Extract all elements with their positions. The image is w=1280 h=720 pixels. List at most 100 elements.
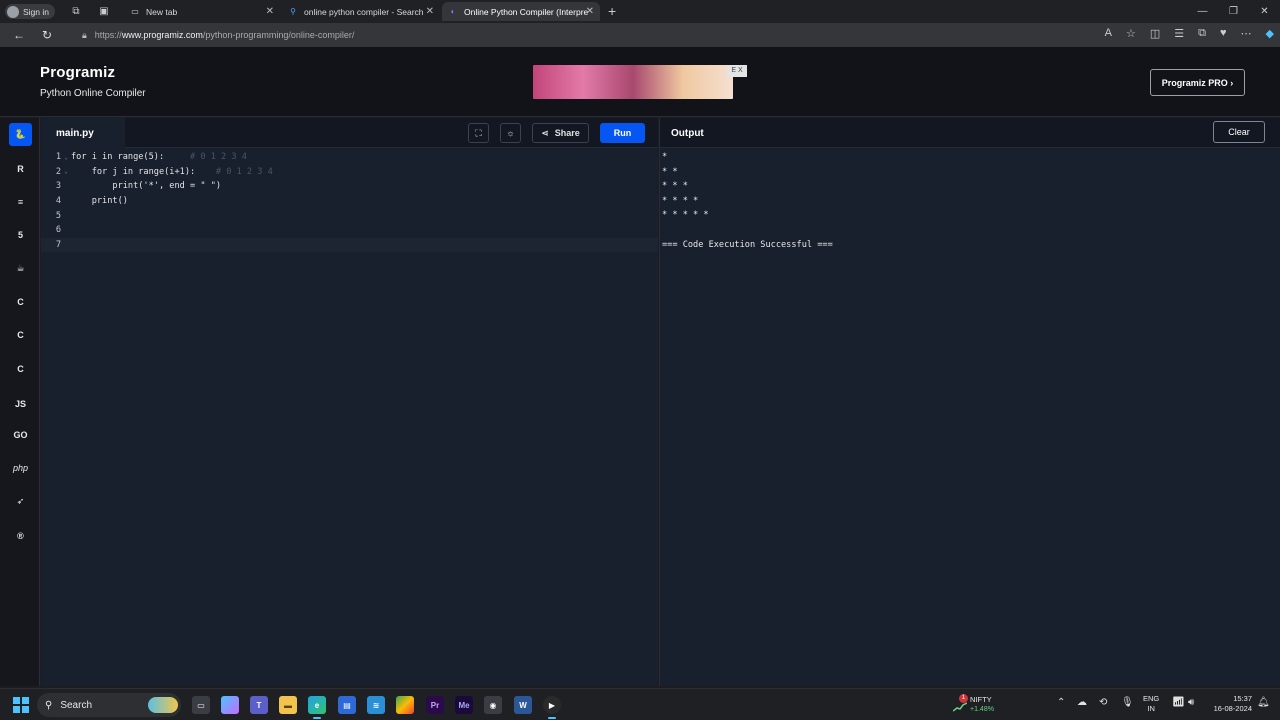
lang-js-icon[interactable]: JS: [9, 392, 32, 415]
lang-python-icon[interactable]: 🐍: [9, 123, 32, 146]
output-line: *: [662, 152, 668, 162]
lang-swift-icon[interactable]: ➶: [9, 490, 32, 513]
advertisement-banner[interactable]: [533, 65, 733, 99]
volume-icon[interactable]: 🔊︎: [1188, 697, 1194, 708]
favorites-icon[interactable]: ☰: [1174, 27, 1184, 40]
search-label: Search: [60, 699, 93, 711]
favorite-star-icon[interactable]: ☆: [1126, 27, 1136, 40]
minimize-icon[interactable]: —: [1187, 0, 1218, 23]
code-line: 6: [41, 223, 658, 238]
chrome-icon[interactable]: [396, 696, 414, 714]
extensions-icon[interactable]: ♥: [1220, 27, 1227, 40]
sign-in-button[interactable]: Sign in: [5, 4, 55, 19]
lock-icon[interactable]: 🔒︎: [82, 30, 87, 41]
close-icon[interactable]: ✕: [586, 6, 594, 17]
tab-actions-icon[interactable]: ▣: [97, 5, 111, 19]
collections-icon[interactable]: ⧉: [1198, 27, 1206, 40]
lang-sql-icon[interactable]: ≡: [9, 190, 32, 213]
output-console[interactable]: * * * * * * * * * * * * * * * === Code E…: [662, 150, 833, 252]
tab-programiz[interactable]: ◐ Online Python Compiler (Interpre ✕: [442, 2, 600, 21]
nifty-change: +1.48%: [970, 706, 994, 713]
taskbar-search[interactable]: ⚲ Search: [37, 693, 181, 717]
url-path: /python-programming/online-compiler/: [202, 30, 355, 40]
lang-r-icon[interactable]: R: [9, 157, 32, 180]
address-bar-row: ← ↻ 🔒︎ https://www.programiz.com/python-…: [0, 23, 1280, 47]
show-hidden-icons-icon[interactable]: ⌃: [1057, 697, 1065, 708]
time-label: 15:37: [1233, 694, 1252, 703]
media-encoder-icon[interactable]: Me: [455, 696, 473, 714]
fold-icon[interactable]: ⌄: [61, 168, 71, 175]
cloud-offline-icon[interactable]: ☁: [1077, 697, 1087, 708]
tab-search[interactable]: ⚲ online python compiler - Search ✕: [282, 2, 440, 21]
run-button[interactable]: Run: [600, 123, 645, 143]
lang-rust-icon[interactable]: ®: [9, 524, 32, 547]
nifty-label: NIFTY: [970, 695, 992, 704]
copilot-icon[interactable]: ◆: [1266, 27, 1274, 40]
store-icon[interactable]: ▤: [338, 696, 356, 714]
notifications-icon[interactable]: 🔔︎: [1257, 697, 1270, 708]
nifty-widget[interactable]: 1 NIFTY +1.48%: [950, 693, 1010, 717]
word-icon[interactable]: W: [514, 696, 532, 714]
code-editor-app-icon[interactable]: ≋: [367, 696, 385, 714]
fold-icon[interactable]: ⌄: [61, 154, 71, 161]
close-icon[interactable]: ✕: [426, 6, 434, 17]
workspaces-icon[interactable]: ⧉: [69, 5, 83, 19]
refresh-icon[interactable]: ↻: [38, 28, 56, 42]
file-tab-main-py[interactable]: main.py: [41, 118, 125, 148]
programiz-pro-button[interactable]: Programiz PRO ›: [1150, 69, 1245, 96]
line-number: 7: [55, 239, 61, 250]
close-icon[interactable]: ✕: [266, 6, 274, 17]
lang-go-icon[interactable]: GO: [9, 423, 32, 446]
lang-csharp-icon[interactable]: C: [9, 357, 32, 380]
share-icon: ⋖: [541, 127, 549, 138]
close-window-icon[interactable]: ✕: [1249, 0, 1280, 23]
code-area[interactable]: 1 ⌄ for i in range(5): # 0 1 2 3 4 2 ⌄ f…: [41, 150, 658, 253]
teams-icon[interactable]: T: [250, 696, 268, 714]
lang-html-icon[interactable]: 5: [9, 223, 32, 246]
code-text: print(): [71, 196, 128, 207]
code-line: 4 print(): [41, 194, 658, 209]
wifi-icon[interactable]: 📶︎: [1172, 697, 1185, 708]
task-view-icon[interactable]: ▭: [192, 696, 210, 714]
sun-icon: ☼: [506, 128, 515, 138]
premiere-pro-icon[interactable]: Pr: [426, 696, 444, 714]
tab-new-tab[interactable]: ▭ New tab ✕: [124, 2, 280, 21]
lang-java-icon[interactable]: ☕: [9, 257, 32, 280]
new-tab-icon[interactable]: +: [608, 4, 616, 18]
more-icon[interactable]: ⋯: [1241, 27, 1252, 40]
line-number: 2: [55, 166, 61, 177]
browser-toolbar: A ☆ ◫ ☰ ⧉ ♥ ⋯ ◆: [1105, 27, 1274, 40]
programiz-logo[interactable]: Programiz: [40, 64, 115, 81]
editor-toolbar: main.py ⛶ ☼ ⋖ Share Run: [41, 118, 658, 148]
clear-button[interactable]: Clear: [1213, 121, 1265, 143]
split-screen-icon[interactable]: ◫: [1150, 27, 1160, 40]
maximize-icon[interactable]: ❐: [1218, 0, 1249, 23]
share-label: Share: [554, 128, 580, 138]
theme-toggle-button[interactable]: ☼: [500, 123, 521, 143]
file-explorer-icon[interactable]: ▬: [279, 696, 297, 714]
avatar-icon: [7, 5, 19, 18]
copilot-app-icon[interactable]: [221, 696, 239, 714]
page-subtitle: Python Online Compiler: [40, 88, 146, 99]
read-aloud-icon[interactable]: A: [1105, 27, 1112, 40]
site-header: Programiz Python Online Compiler E X Pro…: [0, 47, 1280, 117]
sync-icon[interactable]: ⟲: [1099, 697, 1107, 708]
lang-cpp-icon[interactable]: C: [9, 323, 32, 346]
media-player-icon[interactable]: ▶: [543, 696, 561, 719]
code-text: for j in range(i+1):: [71, 166, 196, 177]
share-button[interactable]: ⋖ Share: [532, 123, 589, 143]
davinci-icon[interactable]: ◉: [484, 696, 502, 714]
line-number: 1: [55, 152, 61, 163]
url-field[interactable]: 🔒︎ https://www.programiz.com/python-prog…: [74, 25, 1104, 45]
lang-c-icon[interactable]: C: [9, 290, 32, 313]
lang-php-icon[interactable]: php: [9, 456, 32, 479]
input-language[interactable]: ENG IN: [1143, 694, 1159, 714]
code-comment: # 0 1 2 3 4: [195, 166, 273, 177]
back-icon[interactable]: ←: [10, 28, 28, 42]
system-clock[interactable]: 15:37 16-08-2024: [1206, 694, 1252, 714]
microphone-icon[interactable]: 🎙︎: [1121, 697, 1134, 708]
fullscreen-button[interactable]: ⛶: [468, 123, 489, 143]
edge-browser-icon[interactable]: e: [308, 696, 326, 719]
ad-choices-badge[interactable]: E X: [727, 65, 747, 77]
start-button[interactable]: [13, 697, 29, 713]
